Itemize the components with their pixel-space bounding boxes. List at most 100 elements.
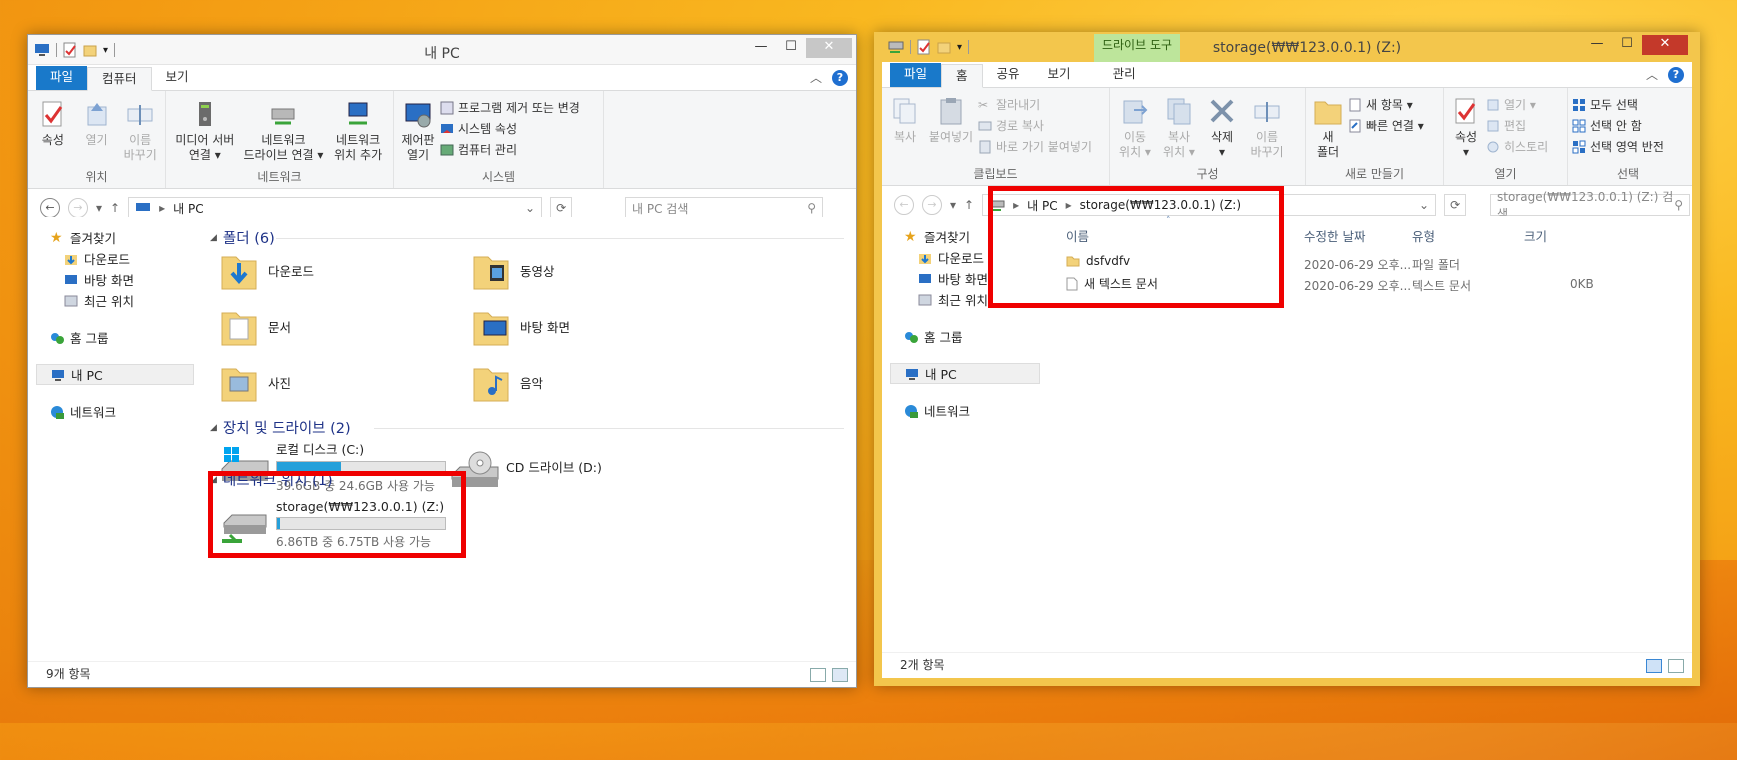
easy-access-icon (1349, 119, 1361, 132)
help-icon[interactable]: ? (1668, 66, 1684, 83)
explorer-window-storage: ▾ 드라이브 도구 storage(₩₩123.0.0.1) (Z:) — ☐ … (874, 32, 1700, 686)
folder-videos[interactable]: 동영상 (472, 247, 555, 293)
homegroup-icon (51, 332, 64, 344)
section-folders[interactable]: ◢ 폴더 (6) (210, 227, 275, 248)
network-location-icon (348, 102, 368, 125)
tab-share[interactable]: 공유 (983, 63, 1034, 87)
large-icons-view-icon[interactable] (1668, 659, 1684, 673)
copy-path-icon (978, 121, 992, 130)
new-item-button[interactable]: 새 항목 ▾ (1348, 96, 1424, 113)
collapse-ribbon-icon[interactable]: ︿ (810, 69, 822, 86)
nav-item-network[interactable]: 네트워크 (882, 400, 1042, 421)
refresh-button[interactable]: ⟳ (550, 197, 573, 219)
path-box[interactable]: ▸ 내 PC ⌄ (128, 197, 543, 219)
nav-item-homegroup[interactable]: 홈 그룹 (882, 326, 1042, 347)
recent-locations-icon[interactable]: ▾ (950, 198, 956, 212)
close-button[interactable]: ✕ (806, 38, 852, 58)
cut-button[interactable]: ✂ 잘라내기 (978, 96, 1092, 113)
tab-manage[interactable]: 관리 (1099, 63, 1150, 87)
forward-button[interactable]: → (922, 195, 942, 215)
nav-item-this-pc[interactable]: 내 PC (890, 363, 1040, 384)
properties-icon (1455, 98, 1476, 124)
maximize-button[interactable]: ☐ (1612, 35, 1642, 55)
content-pane: ◢ 폴더 (6) 다운로드 동영상 문서 바탕 화면 사진 음악 ◢ 장치 및 … (204, 217, 856, 661)
section-devices[interactable]: ◢ 장치 및 드라이브 (2) (210, 417, 351, 438)
folder-music[interactable]: 음악 (472, 359, 543, 405)
column-size[interactable]: 크기 (1524, 226, 1547, 245)
invert-selection-button[interactable]: 선택 영역 반전 (1572, 138, 1664, 155)
tab-file[interactable]: 파일 (890, 63, 942, 87)
forward-button[interactable]: → (68, 198, 88, 218)
select-all-button[interactable]: 모두 선택 (1572, 96, 1664, 113)
new-folder-icon (1314, 101, 1342, 125)
system-icon (441, 123, 453, 133)
system-properties-button[interactable]: 시스템 속성 (440, 120, 580, 137)
back-button[interactable]: ← (894, 195, 914, 215)
nav-item-desktop[interactable]: 바탕 화면 (28, 269, 196, 290)
star-icon: ★ (904, 228, 917, 245)
this-pc-icon (52, 369, 64, 381)
nav-item-network[interactable]: 네트워크 (28, 401, 196, 422)
navigation-pane: ★ 즐겨찾기 다운로드 바탕 화면 최근 위치 홈 그룹 내 PC 네트워크 (28, 217, 196, 661)
maximize-button[interactable]: ☐ (776, 38, 806, 58)
path-dropdown-icon[interactable]: ⌄ (525, 201, 535, 215)
uninstall-program-button[interactable]: 프로그램 제거 또는 변경 (440, 99, 580, 116)
nav-item-homegroup[interactable]: 홈 그룹 (28, 327, 196, 348)
nav-item-downloads[interactable]: 다운로드 (28, 248, 196, 269)
large-icons-view-icon[interactable] (832, 668, 848, 682)
details-view-icon[interactable] (1646, 659, 1662, 673)
collapse-ribbon-icon[interactable]: ︿ (1646, 66, 1658, 83)
nav-item-this-pc[interactable]: 내 PC (36, 364, 194, 385)
paste-shortcut-button[interactable]: 바로 가기 붙여넣기 (978, 138, 1092, 155)
tab-view[interactable]: 보기 (1034, 63, 1085, 87)
control-panel-icon (405, 103, 431, 128)
search-input[interactable]: storage(₩₩123.0.0.1) (Z:) 검색 ⚲ (1490, 190, 1690, 221)
recent-places-icon (918, 294, 932, 305)
folder-desktop[interactable]: 바탕 화면 (472, 303, 570, 349)
copy-path-button[interactable]: 경로 복사 (978, 117, 1092, 134)
this-pc-icon (136, 203, 151, 211)
main-body: ★ 즐겨찾기 다운로드 바탕 화면 최근 위치 홈 그룹 내 PC 네트워크 이름… (882, 186, 1692, 652)
window-title: 내 PC (424, 46, 460, 62)
up-arrow-icon[interactable]: ↑ (110, 201, 120, 215)
search-input[interactable]: 내 PC 검색 ⚲ (625, 197, 823, 219)
nav-item-recent[interactable]: 최근 위치 (28, 290, 196, 311)
open-button[interactable]: 열기 ▾ (1486, 96, 1548, 113)
help-icon[interactable]: ? (832, 69, 848, 86)
minimize-button[interactable]: — (746, 38, 776, 58)
nav-item-favorites[interactable]: ★ 즐겨찾기 (28, 227, 196, 248)
close-button[interactable]: ✕ (1642, 35, 1688, 55)
column-type[interactable]: 유형 (1412, 226, 1435, 245)
details-view-icon[interactable] (810, 668, 826, 682)
edit-button[interactable]: 편집 (1486, 117, 1548, 134)
tab-home[interactable]: 홈 (941, 64, 983, 88)
recent-locations-icon[interactable]: ▾ (96, 201, 102, 215)
status-bar: 9개 항목 (28, 661, 856, 687)
select-all-icon (1573, 98, 1585, 111)
up-arrow-icon[interactable]: ↑ (964, 198, 974, 212)
title-bar[interactable]: ▾ 내 PC — ☐ ✕ (28, 35, 856, 65)
move-to-icon (1123, 100, 1148, 124)
folder-documents[interactable]: 문서 (220, 303, 291, 349)
scissors-icon: ✂ (978, 97, 989, 112)
drive-cd-d[interactable]: CD 드라이브 (D:) (450, 445, 602, 491)
path-dropdown-icon[interactable]: ⌄ (1419, 198, 1429, 212)
tab-view[interactable]: 보기 (152, 66, 203, 90)
tab-computer[interactable]: 컴퓨터 (87, 67, 152, 91)
ribbon-tabs: 파일 컴퓨터 보기 ︿ ? (28, 65, 856, 91)
refresh-button[interactable]: ⟳ (1444, 194, 1467, 216)
computer-management-button[interactable]: 컴퓨터 관리 (440, 141, 580, 158)
homegroup-icon (905, 331, 918, 343)
minimize-button[interactable]: — (1582, 35, 1612, 55)
title-bar[interactable]: ▾ 드라이브 도구 storage(₩₩123.0.0.1) (Z:) — ☐ … (882, 32, 1692, 62)
computer-management-icon (440, 144, 454, 155)
history-button[interactable]: 히스토리 (1486, 138, 1548, 155)
folder-pictures[interactable]: 사진 (220, 359, 291, 405)
easy-access-button[interactable]: 빠른 연결 ▾ (1348, 117, 1424, 134)
select-none-button[interactable]: 선택 안 함 (1572, 117, 1664, 134)
breadcrumb[interactable]: 내 PC (173, 200, 203, 217)
back-button[interactable]: ← (40, 198, 60, 218)
column-modified[interactable]: 수정한 날짜 (1304, 226, 1365, 245)
tab-file[interactable]: 파일 (36, 66, 88, 90)
folder-downloads[interactable]: 다운로드 (220, 247, 314, 293)
